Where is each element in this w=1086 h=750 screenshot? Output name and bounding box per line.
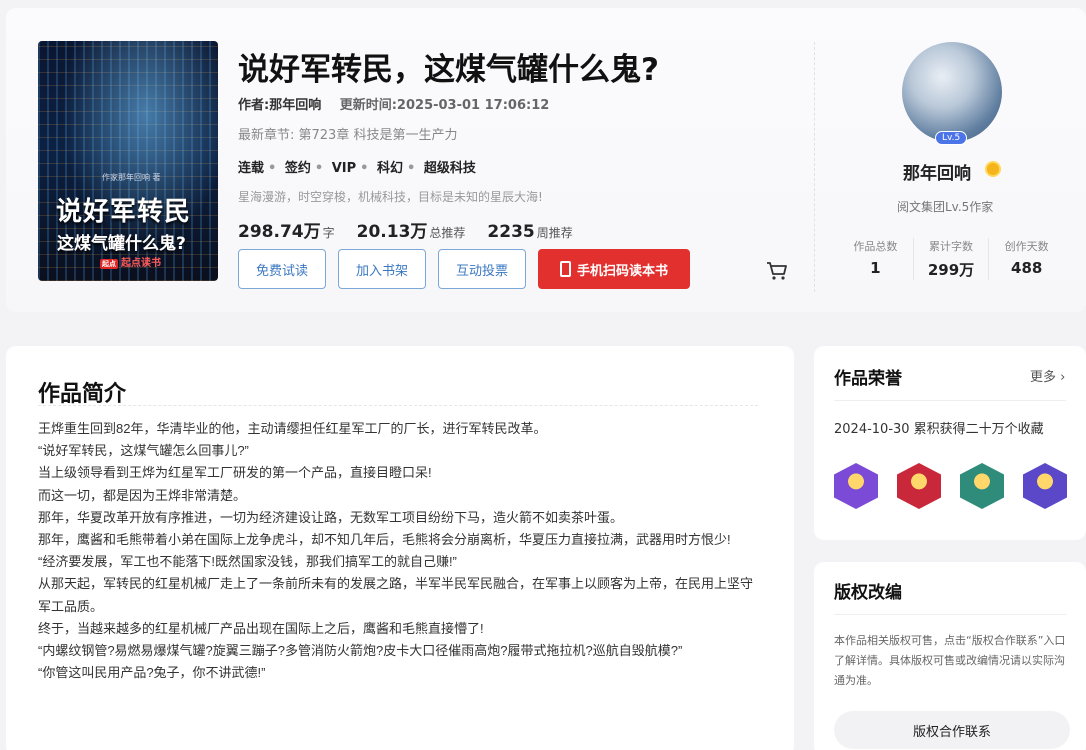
vote-button[interactable]: 互动投票 — [438, 249, 526, 289]
cart-icon[interactable] — [766, 261, 788, 281]
author-level-badge: Lv.5 — [935, 131, 968, 145]
honor-more-link[interactable]: 更多 › — [1030, 366, 1065, 385]
cover-logo-badge: 起点 — [100, 259, 118, 269]
scan-read-button[interactable]: 手机扫码读本书 — [538, 249, 690, 289]
book-stats: 298.74万字 20.13万 总推荐 2235 周推荐 — [238, 217, 595, 242]
stat-weekly-recommend: 2235 周推荐 — [487, 222, 573, 242]
author-link[interactable]: 作者:那年回响 — [238, 98, 321, 113]
phone-icon — [559, 261, 571, 277]
intro-divider — [38, 405, 758, 406]
cover-author: 作家那年回响 著 — [102, 173, 161, 182]
honor-badges — [834, 463, 1086, 509]
rights-contact-button[interactable]: 版权合作联系 — [834, 711, 1070, 749]
intro-heading: 作品简介 — [38, 382, 127, 407]
author-avatar[interactable] — [902, 42, 1002, 142]
stat-words: 298.74万字 — [238, 222, 335, 242]
intro-paragraph: 那年，华夏改革开放有序推进，一切为经济建设让路，无数军工项目纷纷下马，造火箭不如… — [38, 509, 624, 525]
tag-signed: 签约 — [284, 161, 311, 176]
intro-paragraph: 而这一切，都是因为王烨非常清楚。 — [38, 487, 247, 503]
cover-logo-text: 起点读书 — [121, 258, 161, 269]
book-actions: 免费试读 加入书架 互动投票 手机扫码读本书 — [238, 249, 702, 289]
intro-paragraph: 王烨重生回到82年，华清毕业的他，主动请缨担任红星军工厂的厂长，进行军转民改革。 — [38, 421, 547, 436]
tag-vip: VIP — [331, 161, 357, 176]
rights-heading: 版权改编 — [834, 583, 902, 603]
header-divider — [814, 42, 815, 292]
honor-item: 2024-10-30 累积获得二十万个收藏 — [834, 422, 1044, 437]
author-stat-words: 累计字数 299万 — [914, 238, 990, 280]
tag-genre[interactable]: 科幻 — [377, 161, 403, 176]
tag-subgenre[interactable]: 超级科技 — [424, 161, 476, 176]
update-time: 更新时间:2025-03-01 17:06:12 — [339, 98, 550, 113]
rights-divider — [834, 614, 1066, 615]
scan-read-label: 手机扫码读本书 — [576, 262, 668, 278]
intro-paragraph: “说好军转民，这煤气罐怎么回事儿?” — [38, 443, 249, 459]
author-stat-works: 作品总数 1 — [838, 238, 914, 280]
author-name[interactable]: 那年回响 — [903, 159, 971, 184]
intro-paragraph: 那年，鹰酱和毛熊带着小弟在国际上龙争虎斗，却不知几年后，毛熊将会分崩离析，华夏压… — [38, 532, 731, 548]
book-slogan: 星海漫游，时空穿梭，机械科技，目标是未知的星辰大海! — [238, 190, 543, 204]
book-tags: 连载 • 签约 • VIP • 科幻 • 超级科技 — [238, 161, 476, 176]
chevron-right-icon: › — [1060, 370, 1066, 385]
intro-paragraph: 终于，当越来越多的红星机械厂产品出现在国际上之后，鹰酱和毛熊直接懵了! — [38, 620, 484, 636]
honor-badge-icon[interactable] — [897, 463, 941, 509]
book-meta: 作者:那年回响 更新时间:2025-03-01 17:06:12 — [238, 94, 549, 113]
book-cover[interactable]: 作家那年回响 著 说好军转民 这煤气罐什么鬼? 起点 起点读书 — [38, 41, 218, 281]
intro-paragraph: “经济要发展，军工也不能落下!既然国家没钱，那我们搞军工的就自己赚!” — [38, 554, 457, 570]
intro-body: 王烨重生回到82年，华清毕业的他，主动请缨担任红星军工厂的厂长，进行军转民改革。… — [38, 418, 758, 684]
cover-title-line2: 这煤气罐什么鬼? — [57, 234, 186, 254]
rights-text: 本作品相关版权可售，点击“版权合作联系”入口了解详情。具体版权可售或改编情况请以… — [834, 634, 1066, 687]
cover-title-line1: 说好军转民 — [56, 197, 192, 227]
intro-paragraph: 当上级领导看到王烨为红星军工厂研发的第一个产品，直接目瞪口呆! — [38, 465, 432, 481]
honor-badge-icon[interactable] — [1023, 463, 1067, 509]
medal-icon — [985, 161, 1001, 177]
tag-status: 连载 — [238, 161, 265, 176]
free-trial-button[interactable]: 免费试读 — [238, 249, 326, 289]
add-to-shelf-button[interactable]: 加入书架 — [338, 249, 426, 289]
honor-badge-icon[interactable] — [960, 463, 1004, 509]
author-title: 阅文集团Lv.5作家 — [897, 200, 994, 214]
latest-chapter-link[interactable]: 最新章节: 第723章 科技是第一生产力 — [238, 124, 457, 143]
book-title: 说好军转民，这煤气罐什么鬼? — [238, 52, 659, 88]
intro-paragraph: “你管这叫民用产品?兔子，你不讲武德!” — [38, 665, 266, 681]
intro-paragraph: “内螺纹钢管?易燃易爆煤气罐?旋翼三蹦子?多管消防火箭炮?皮卡大口径催雨高炮?履… — [38, 643, 683, 659]
honor-badge-icon[interactable] — [834, 463, 878, 509]
intro-paragraph: 从那天起，军转民的红星机械厂走上了一条前所未有的发展之路，半军半民军民融合，在军… — [38, 576, 754, 614]
honor-heading: 作品荣誉 — [834, 369, 902, 389]
honor-divider — [834, 400, 1066, 401]
author-stat-days: 创作天数 488 — [1004, 240, 1049, 277]
cover-logo: 起点 起点读书 — [100, 254, 161, 269]
stat-total-recommend: 20.13万 总推荐 — [356, 222, 466, 242]
author-stats: 作品总数 1 累计字数 299万 创作天数 488 — [838, 238, 1064, 280]
